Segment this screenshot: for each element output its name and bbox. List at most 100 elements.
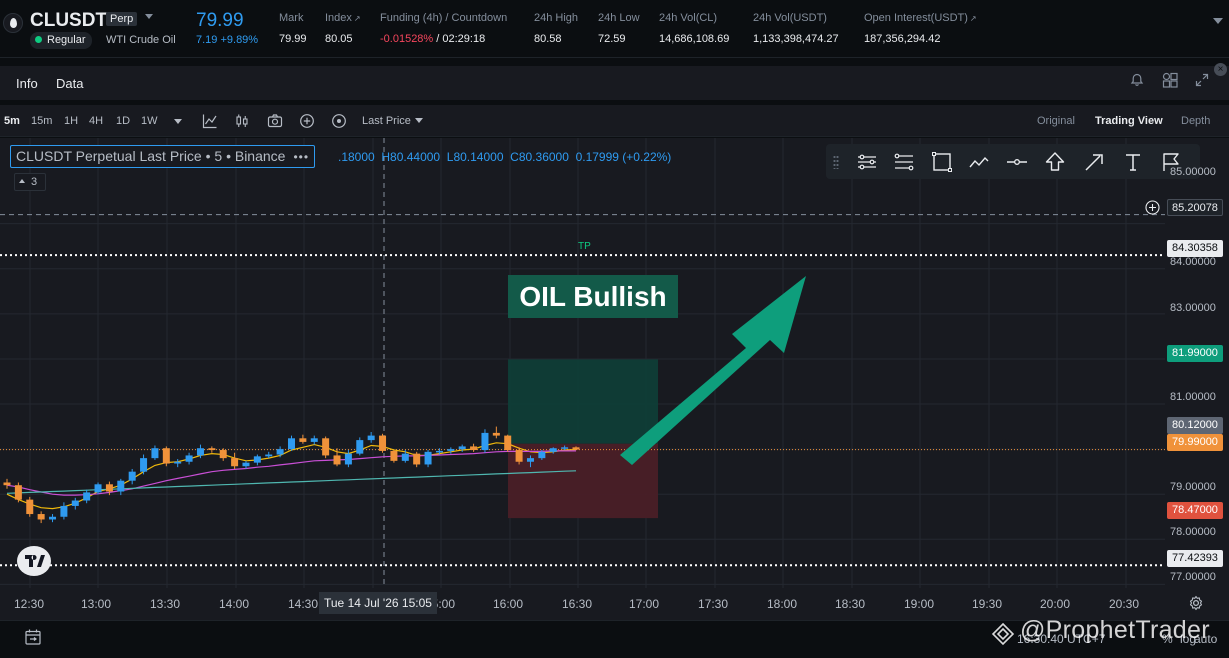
indicators-icon[interactable] [202, 113, 218, 129]
candle-body [492, 432, 500, 436]
contract-type-badge: Perp [106, 12, 138, 26]
stat-label-row: Open Interest(USDT) ↗ [864, 12, 977, 24]
add-alert-icon[interactable] [1145, 200, 1160, 215]
stat-24h-vol-usdt: 24h Vol(USDT) 1,133,398,474.27 [753, 12, 839, 45]
external-link-icon[interactable]: ↗ [354, 14, 361, 23]
candle-body [14, 485, 22, 500]
stat-label: Index [325, 12, 352, 24]
interval-4h[interactable]: 4H [89, 115, 103, 127]
moving-average-line [6, 450, 576, 496]
stat-value: 14,686,108.69 [659, 33, 730, 45]
view-depth[interactable]: Depth [1181, 115, 1210, 127]
stat-value: 1,133,398,474.27 [753, 33, 839, 45]
stat-value: 80.05 [325, 33, 353, 45]
candle-body [83, 492, 91, 501]
chart-panel-tabs: Info Data [0, 66, 1229, 100]
oil-bullish-annotation[interactable]: OIL Bullish [508, 275, 678, 318]
calendar-range-icon[interactable] [24, 628, 42, 646]
diamond-logo-icon [991, 622, 1015, 646]
add-circle-icon[interactable] [299, 113, 315, 129]
stat-label: Mark [279, 12, 304, 24]
target-price-tag: 81.99000 [1167, 345, 1223, 362]
candle-body [242, 462, 250, 467]
bell-icon[interactable] [1130, 73, 1144, 87]
fullscreen-icon[interactable] [1195, 73, 1209, 87]
fib-retracement-icon[interactable] [893, 151, 915, 173]
candle-body [481, 432, 489, 451]
settings-circle-icon[interactable] [331, 113, 347, 129]
candle-body [344, 453, 352, 465]
more-intervals-icon[interactable] [174, 119, 182, 124]
arrow-tool-icon[interactable] [1083, 151, 1105, 173]
candlestick-chart[interactable] [0, 138, 1229, 622]
candle-body [71, 500, 79, 506]
camera-icon[interactable] [267, 113, 283, 129]
y-axis-tick: 79.00000 [1170, 481, 1216, 493]
price-type-dropdown[interactable]: Last Price [362, 115, 423, 127]
more-options-icon[interactable]: ••• [293, 150, 309, 164]
last-price: 79.99 [196, 10, 244, 31]
stat-funding: Funding (4h) / Countdown -0.01528% / 02:… [380, 12, 507, 45]
layout-grid-icon[interactable] [1162, 72, 1178, 88]
chart-type-icon[interactable] [234, 113, 250, 129]
candle-body [231, 458, 239, 467]
funding-countdown: / 02:29:18 [433, 33, 486, 45]
indicator-toggle[interactable]: 3 [14, 173, 46, 191]
candle-body [538, 451, 546, 459]
stat-label: 24h Vol(CL) [659, 12, 718, 24]
pitchfork-tool-icon[interactable] [856, 151, 878, 173]
stat-index[interactable]: Index ↗ 80.05 [325, 12, 361, 45]
time-axis[interactable]: 12:30 13:00 13:30 14:00 14:30 15:00 16:0… [0, 588, 1229, 618]
stat-value: 80.58 [534, 33, 562, 45]
stat-open-interest[interactable]: Open Interest(USDT) ↗ 187,356,294.42 [864, 12, 977, 45]
ohlc-close: C80.36000 [510, 150, 569, 164]
arrow-up-icon[interactable] [1044, 151, 1066, 173]
candle-body [470, 446, 478, 451]
external-link-icon[interactable]: ↗ [970, 14, 977, 23]
interval-15m[interactable]: 15m [31, 115, 52, 127]
indicator-count: 3 [31, 176, 38, 188]
symbol-dropdown-icon[interactable] [145, 14, 153, 19]
symbol-name[interactable]: CLUSDT [30, 10, 107, 32]
tab-info[interactable]: Info [16, 76, 38, 91]
candle-body [561, 447, 569, 449]
candle-body [37, 514, 45, 520]
scroll-down-icon[interactable] [1213, 18, 1223, 24]
chart-toolbar: 5m 15m 1H 4H 1D 1W Last Price Original T… [0, 105, 1229, 137]
stat-label: Funding (4h) / Countdown [380, 12, 508, 24]
session-badge: Regular [30, 32, 92, 49]
rectangle-tool-icon[interactable] [931, 151, 953, 173]
price-change: 7.19 +9.89% [196, 34, 259, 46]
crosshair-price-tag: 85.20078 [1167, 199, 1223, 216]
stat-label: 24h Low [598, 12, 640, 24]
candle-body [253, 456, 261, 463]
interval-1w[interactable]: 1W [141, 115, 158, 127]
candle-body [367, 435, 375, 441]
stat-value: 79.99 [279, 33, 307, 45]
path-tool-icon[interactable] [968, 151, 990, 173]
view-original[interactable]: Original [1037, 115, 1075, 127]
x-axis-tick: 17:00 [629, 597, 660, 611]
candle-body [185, 455, 193, 462]
text-tool-icon[interactable] [1122, 151, 1144, 173]
stat-label-row: Index ↗ [325, 12, 361, 24]
candle-body [60, 505, 68, 517]
chart-area[interactable]: CLUSDT Perpetual Last Price • 5 • Binanc… [0, 138, 1229, 622]
horizontal-line-icon[interactable] [1006, 151, 1028, 173]
interval-1h[interactable]: 1H [64, 115, 78, 127]
candle-body [447, 449, 455, 451]
chart-legend[interactable]: CLUSDT Perpetual Last Price • 5 • Binanc… [10, 145, 316, 168]
tab-data[interactable]: Data [56, 76, 83, 91]
close-icon[interactable]: × [1214, 63, 1227, 76]
candle-body [174, 461, 182, 464]
gear-icon[interactable] [1188, 595, 1204, 611]
tradingview-logo-icon[interactable] [17, 546, 51, 576]
drag-handle-icon[interactable] [833, 155, 839, 169]
view-trading-view[interactable]: Trading View [1095, 115, 1163, 127]
interval-5m[interactable]: 5m [4, 115, 20, 127]
tp-line-label: TP [578, 241, 591, 252]
interval-1d[interactable]: 1D [116, 115, 130, 127]
candle-body [549, 448, 557, 452]
stat-label: 24h Vol(USDT) [753, 12, 827, 24]
profit-zone [508, 359, 658, 444]
